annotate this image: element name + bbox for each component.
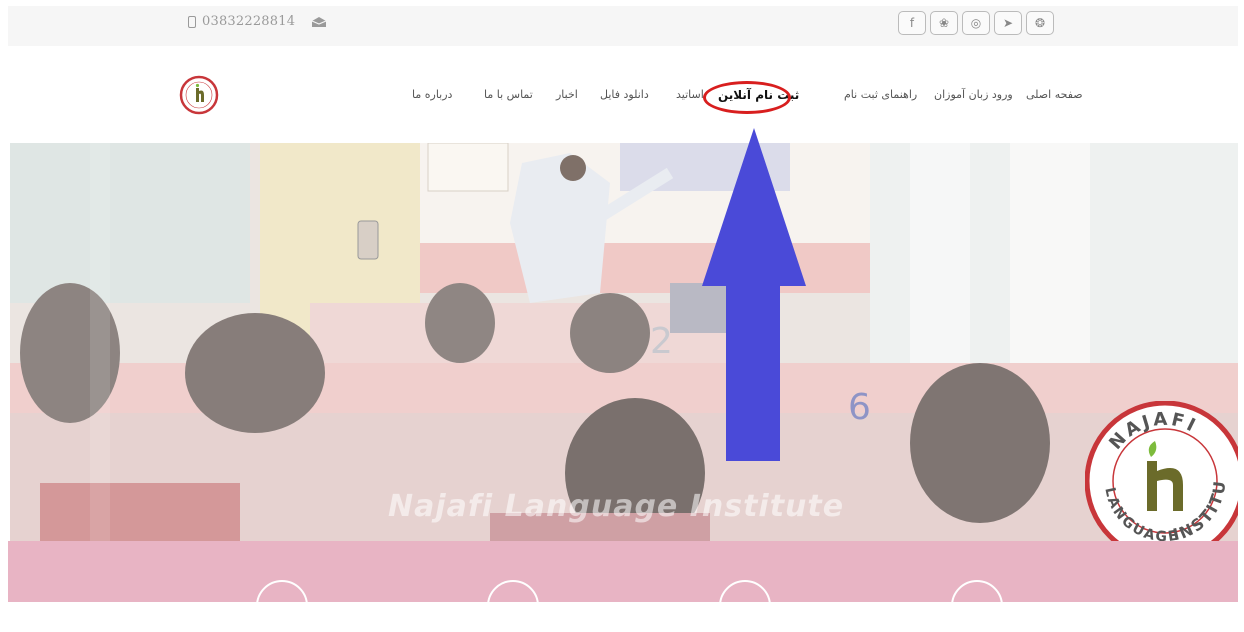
tools-icon[interactable]	[256, 580, 308, 632]
institute-logo-seal: NAJAFI LANGUAGE INSTITUTE	[1085, 401, 1238, 541]
main-navbar: صفحه اصلی ورود زبان آموزان راهنمای ثبت ن…	[8, 48, 1238, 142]
twitter-button[interactable]: ❀	[930, 11, 958, 35]
main-menu: صفحه اصلی ورود زبان آموزان راهنمای ثبت ن…	[8, 88, 1238, 108]
menu-item-about-us[interactable]: درباره ما	[412, 88, 452, 101]
menu-item-contact-us[interactable]: تماس با ما	[484, 88, 533, 101]
menu-item-home[interactable]: صفحه اصلی	[1026, 88, 1083, 101]
social-links: f ❀ ◎ ➤ ❂	[898, 11, 1054, 35]
contact-info: 03832228814	[188, 14, 327, 29]
annotation-arrow-up	[702, 128, 806, 461]
menu-item-news[interactable]: اخبار	[556, 88, 578, 101]
menu-item-download-files[interactable]: دانلود فایل	[600, 88, 649, 101]
features-band	[8, 541, 1238, 602]
annotation-highlight-oval	[703, 81, 791, 114]
user-icon[interactable]	[487, 580, 539, 632]
phone-icon	[188, 15, 196, 28]
hero-watermark-text: Najafi Language Institute	[388, 489, 845, 524]
phone-number[interactable]: 03832228814	[202, 14, 295, 29]
facebook-button[interactable]: f	[898, 11, 926, 35]
menu-item-student-login[interactable]: ورود زبان آموزان	[934, 88, 1013, 101]
menu-item-registration-guide[interactable]: راهنمای ثبت نام	[844, 88, 917, 101]
telegram-button[interactable]: ➤	[994, 11, 1022, 35]
hero-banner: 2 6 Najafi Language Institute NAJAFI LAN…	[10, 143, 1238, 541]
telegram-icon: ➤	[1002, 16, 1014, 30]
dribbble-button[interactable]: ❂	[1026, 11, 1054, 35]
instagram-button[interactable]: ◎	[962, 11, 990, 35]
envelope-icon[interactable]	[311, 16, 327, 28]
database-icon[interactable]	[951, 580, 1003, 632]
calendar-icon[interactable]	[719, 580, 771, 632]
hero-photo: 2 6	[10, 143, 1238, 541]
dribbble-icon: ❂	[1034, 16, 1046, 30]
svg-text:2: 2	[650, 321, 673, 362]
svg-text:6: 6	[848, 387, 871, 428]
facebook-icon: f	[909, 16, 915, 30]
menu-item-teachers[interactable]: اساتید	[676, 88, 704, 101]
instagram-icon: ◎	[970, 16, 982, 30]
twitter-icon: ❀	[938, 16, 950, 30]
